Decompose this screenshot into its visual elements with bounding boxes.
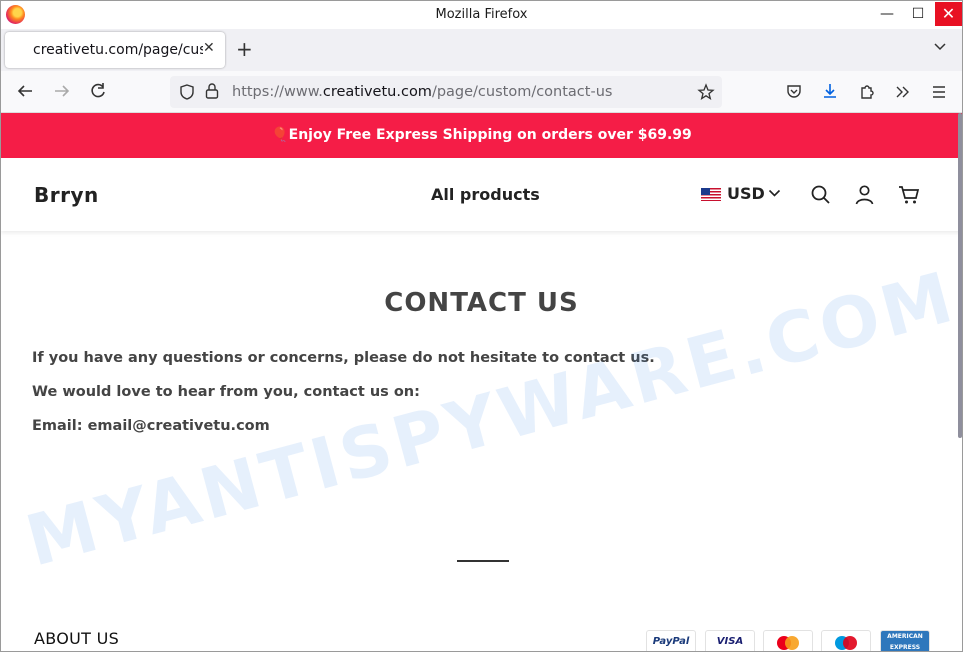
site-header: Brryn All products USD (1, 158, 962, 231)
contact-paragraph-1: If you have any questions or concerns, p… (32, 350, 655, 366)
account-icon[interactable] (854, 184, 875, 205)
url-bar[interactable]: https://www.creativetu.com/page/custom/c… (170, 76, 722, 108)
url-path: /page/custom/contact-us (431, 84, 613, 100)
currency-selector[interactable]: USD (727, 184, 765, 203)
nav-all-products[interactable]: All products (431, 185, 540, 204)
nav-bar: https://www.creativetu.com/page/custom/c… (1, 71, 962, 113)
page-scrollbar[interactable] (958, 113, 962, 438)
search-icon[interactable] (810, 184, 831, 205)
chevron-down-icon[interactable] (768, 188, 781, 198)
title-bar: Mozilla Firefox — ☐ ✕ (1, 1, 962, 29)
tab-active[interactable]: creativetu.com/page/custom/contact-us ✕ (5, 32, 225, 68)
contact-paragraph-2: We would love to hear from you, contact … (32, 384, 420, 400)
us-flag-icon (701, 188, 721, 201)
back-icon[interactable] (15, 81, 35, 101)
url-host: creativetu.com (322, 84, 432, 100)
lock-icon[interactable] (204, 82, 220, 100)
web-page: 🎈Enjoy Free Express Shipping on orders o… (1, 113, 962, 651)
section-divider (457, 560, 509, 562)
close-button[interactable]: ✕ (935, 2, 962, 26)
list-all-tabs-icon[interactable] (933, 39, 947, 53)
amex-icon: AMERICAN EXPRESS (880, 630, 930, 651)
window-title: Mozilla Firefox (435, 7, 528, 22)
menu-icon[interactable] (930, 83, 948, 101)
contact-email: Email: email@creativetu.com (32, 418, 270, 434)
visa-icon: VISA (705, 630, 755, 651)
new-tab-button[interactable]: + (236, 37, 253, 61)
star-icon[interactable] (697, 83, 715, 101)
url-prefix: https://www. (232, 84, 323, 100)
cart-icon[interactable] (898, 184, 920, 205)
extensions-icon[interactable] (858, 82, 876, 100)
mastercard-icon (763, 630, 813, 651)
tab-strip: creativetu.com/page/custom/contact-us ✕ … (1, 29, 962, 71)
maestro-icon (821, 630, 871, 651)
promo-banner[interactable]: 🎈Enjoy Free Express Shipping on orders o… (1, 113, 962, 158)
tab-label: creativetu.com/page/custom/contact-us (33, 42, 203, 58)
paypal-icon: PayPal (646, 630, 696, 651)
page-title: CONTACT US (384, 288, 579, 318)
download-icon[interactable] (821, 82, 839, 100)
overflow-icon[interactable] (894, 83, 912, 101)
browser-window: Mozilla Firefox — ☐ ✕ creativetu.com/pag… (0, 0, 963, 652)
reload-icon[interactable] (88, 81, 108, 101)
forward-icon[interactable] (52, 81, 72, 101)
minimize-button[interactable]: — (873, 1, 901, 27)
shield-icon[interactable] (178, 83, 196, 101)
url-text[interactable]: https://www.creativetu.com/page/custom/c… (232, 84, 612, 100)
tab-close-icon[interactable]: ✕ (203, 40, 215, 56)
pocket-icon[interactable] (785, 83, 803, 101)
brand-logo[interactable]: Brryn (34, 183, 99, 207)
maximize-button[interactable]: ☐ (904, 1, 932, 27)
about-us-heading: ABOUT US (34, 629, 120, 648)
